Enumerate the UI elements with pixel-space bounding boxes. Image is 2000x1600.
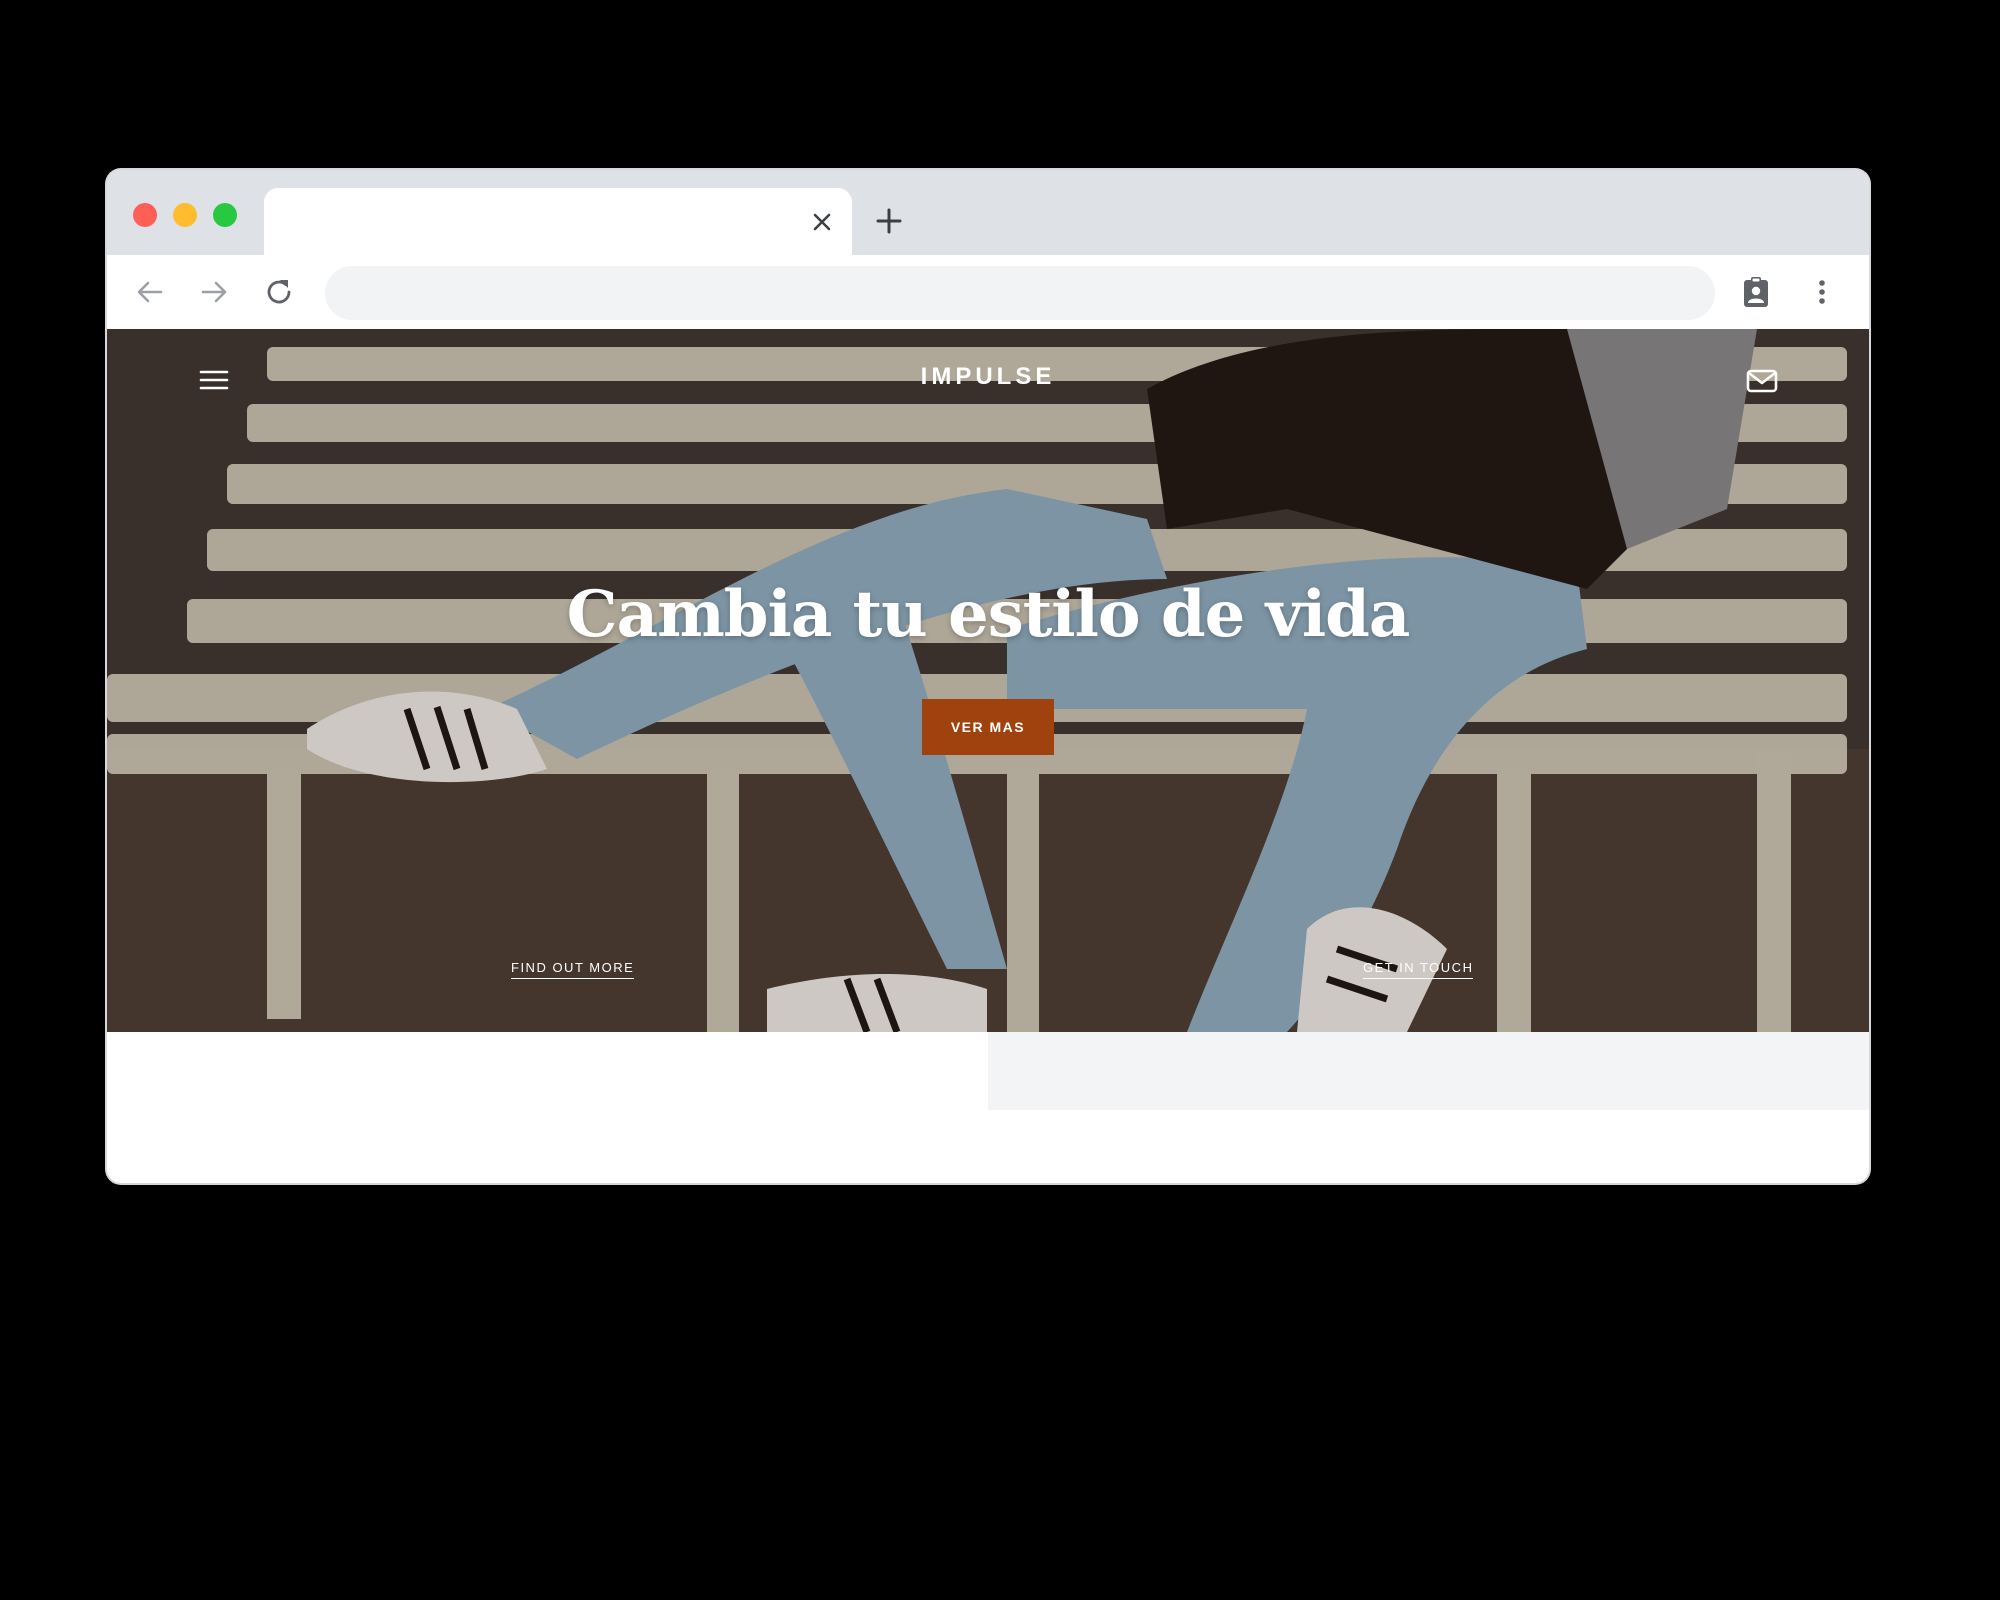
web-page: IMPULSE Cambia tu estilo de vida VER MAS… — [107, 329, 1869, 1183]
hero-title: Cambia tu estilo de vida — [566, 577, 1411, 652]
close-icon[interactable] — [808, 208, 836, 236]
plus-icon[interactable] — [872, 204, 906, 238]
hero-overlay — [107, 329, 1869, 1032]
hero-section: IMPULSE Cambia tu estilo de vida VER MAS… — [107, 329, 1869, 1032]
content-panel — [988, 1032, 1869, 1110]
find-out-more-link[interactable]: FIND OUT MORE — [511, 960, 635, 979]
close-window-button[interactable] — [133, 203, 157, 227]
site-logo[interactable]: IMPULSE — [107, 363, 1869, 391]
get-in-touch-link[interactable]: GET IN TOUCH — [1363, 960, 1474, 979]
browser-tab-active[interactable] — [264, 188, 852, 255]
ver-mas-button[interactable]: VER MAS — [922, 699, 1054, 755]
browser-window: IMPULSE Cambia tu estilo de vida VER MAS… — [107, 170, 1869, 1183]
minimize-window-button[interactable] — [173, 203, 197, 227]
tab-strip — [107, 170, 1869, 255]
clipboard-account-icon[interactable] — [1739, 275, 1773, 309]
kebab-menu-icon[interactable] — [1805, 275, 1839, 309]
screenshot-stage: IMPULSE Cambia tu estilo de vida VER MAS… — [0, 0, 2000, 1600]
reload-icon[interactable] — [262, 275, 296, 309]
maximize-window-button[interactable] — [213, 203, 237, 227]
address-bar-input[interactable] — [325, 266, 1715, 320]
arrow-left-icon[interactable] — [133, 275, 167, 309]
mail-icon[interactable] — [1745, 367, 1779, 395]
browser-toolbar — [107, 255, 1869, 329]
arrow-right-icon[interactable] — [197, 275, 231, 309]
